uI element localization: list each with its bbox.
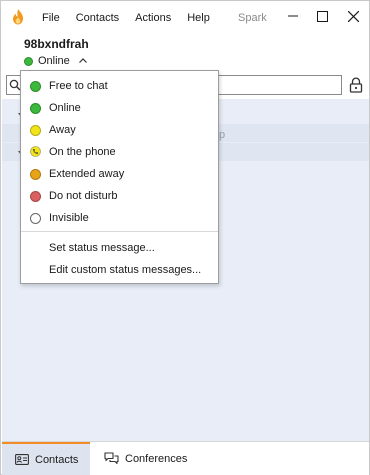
extended-away-icon xyxy=(30,169,41,180)
contacts-card-icon xyxy=(15,454,29,465)
online-status-icon xyxy=(24,56,33,66)
status-option-do-not-disturb[interactable]: Do not disturb xyxy=(21,186,218,206)
edit-custom-status-messages-item[interactable]: Edit custom status messages... xyxy=(21,260,218,280)
contact-group-label: p xyxy=(219,129,226,141)
status-option-free-to-chat[interactable]: Free to chat xyxy=(21,76,218,96)
invisible-icon xyxy=(30,213,41,224)
status-option-extended-away[interactable]: Extended away xyxy=(21,164,218,184)
minimize-button[interactable] xyxy=(278,1,308,31)
close-button[interactable] xyxy=(338,1,368,31)
menu-actions[interactable]: Actions xyxy=(127,11,179,25)
chevron-up-icon xyxy=(78,58,87,63)
status-option-label: Away xyxy=(49,124,76,136)
maximize-icon xyxy=(316,10,328,22)
chat-bubbles-icon xyxy=(104,452,119,465)
status-option-label: Online xyxy=(49,102,81,114)
title-bar: File Contacts Actions Help Spark xyxy=(1,1,369,33)
tab-conferences[interactable]: Conferences xyxy=(94,442,214,475)
status-option-label: Invisible xyxy=(49,212,89,224)
maximize-button[interactable] xyxy=(307,1,337,31)
do-not-disturb-icon xyxy=(30,191,41,202)
status-selector[interactable]: Online xyxy=(24,54,88,68)
menu-help[interactable]: Help xyxy=(179,11,218,25)
menu-contacts[interactable]: Contacts xyxy=(68,11,127,25)
app-name: Spark xyxy=(238,12,267,24)
status-option-invisible[interactable]: Invisible xyxy=(21,208,218,228)
spark-logo-icon xyxy=(13,9,23,25)
minimize-icon xyxy=(288,15,298,17)
status-option-on-the-phone[interactable]: On the phone xyxy=(21,142,218,162)
status-option-online[interactable]: Online xyxy=(21,98,218,118)
tab-contacts-label: Contacts xyxy=(35,453,79,466)
phone-icon xyxy=(30,146,41,157)
away-icon xyxy=(30,125,41,136)
username: 98bxndfrah xyxy=(24,37,89,51)
free-to-chat-icon xyxy=(30,81,41,92)
status-option-label: Free to chat xyxy=(49,80,108,92)
set-status-message-item[interactable]: Set status message... xyxy=(21,238,218,258)
status-option-away[interactable]: Away xyxy=(21,120,218,140)
menu-action-label: Set status message... xyxy=(49,242,155,254)
lock-icon[interactable] xyxy=(349,77,363,93)
menu-file[interactable]: File xyxy=(42,11,68,25)
status-dropdown-menu: Free to chat Online Away On the phone Ex… xyxy=(20,70,219,284)
menu-separator xyxy=(21,231,218,232)
status-option-label: On the phone xyxy=(49,146,116,158)
status-option-label: Extended away xyxy=(49,168,125,180)
tab-bar: Contacts Conferences xyxy=(2,441,369,475)
close-icon xyxy=(347,10,359,22)
menu-action-label: Edit custom status messages... xyxy=(49,264,202,276)
spark-window: File Contacts Actions Help Spark 98bxndf… xyxy=(0,0,370,475)
online-icon xyxy=(30,103,41,114)
status-option-label: Do not disturb xyxy=(49,190,118,202)
menu-bar: File Contacts Actions Help xyxy=(42,11,218,25)
tab-contacts[interactable]: Contacts xyxy=(2,442,90,475)
tab-conferences-label: Conferences xyxy=(125,452,188,465)
status-label: Online xyxy=(38,55,70,67)
